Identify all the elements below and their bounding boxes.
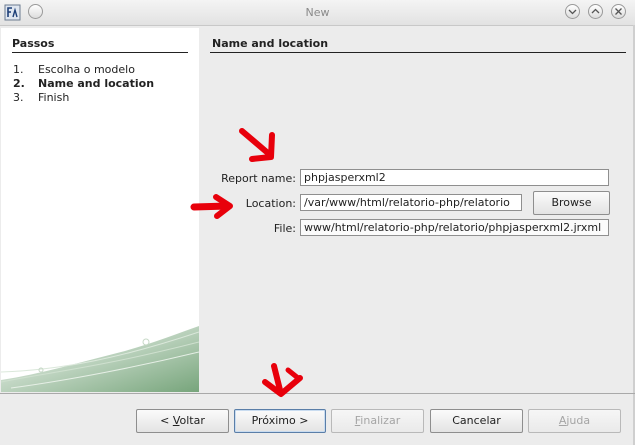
footer-divider (0, 393, 635, 394)
decorative-wave-graphic (1, 326, 199, 392)
minimize-button[interactable] (565, 4, 580, 19)
file-label: File: (273, 222, 296, 235)
annotation-arrow-down-icon (262, 363, 303, 397)
step-item-3: 3. Finish (13, 91, 70, 104)
close-icon (615, 8, 622, 15)
chevron-down-icon (568, 9, 577, 15)
close-button[interactable] (611, 4, 626, 19)
panel-title: Name and location (212, 37, 329, 50)
help-button[interactable]: Ajuda (528, 409, 621, 433)
report-name-input[interactable] (300, 169, 609, 186)
steps-title: Passos (12, 37, 55, 50)
report-name-label: Report name: (221, 172, 296, 185)
steps-divider (12, 52, 188, 53)
steps-panel: Passos 1. Escolha o modelo 2. Name and loc… (1, 28, 199, 392)
title-bar: New (0, 0, 635, 26)
panel-divider (210, 52, 626, 53)
finish-button[interactable]: Finalizar (331, 409, 424, 433)
cancel-button[interactable]: Cancelar (430, 409, 523, 433)
step-item-1: 1. Escolha o modelo (13, 63, 135, 76)
file-path-field[interactable] (300, 219, 609, 236)
maximize-button[interactable] (588, 4, 603, 19)
annotation-arrow-down-right-icon (239, 128, 275, 162)
step-item-2: 2. Name and location (13, 77, 155, 90)
browse-button[interactable]: Browse (533, 191, 610, 215)
chevron-up-icon (591, 8, 600, 14)
next-button[interactable]: Próximo > (234, 409, 326, 433)
window-title: New (305, 6, 330, 19)
back-button[interactable]: < Voltar (136, 409, 229, 433)
annotation-arrow-right-icon (190, 194, 233, 219)
location-input[interactable] (300, 194, 522, 211)
